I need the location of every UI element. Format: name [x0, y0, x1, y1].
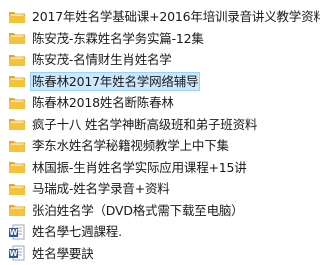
document-item[interactable]: W 姓名學要訣: [0, 243, 311, 265]
item-label: 马瑞成-姓名学录音+资料: [32, 181, 170, 197]
folder-item[interactable]: 马瑞成-姓名学录音+资料: [0, 178, 311, 200]
folder-icon: [8, 202, 26, 218]
item-label: 陈春林2018姓名断陈春林: [32, 95, 174, 111]
svg-text:W: W: [9, 228, 18, 237]
item-label: 张泊姓名学（DVD格式需下载至电脑）: [32, 202, 244, 218]
word-document-icon: W: [8, 245, 26, 261]
item-label: 陈春林2017年姓名学网络辅导: [29, 71, 201, 91]
folder-item[interactable]: 陈春林2018姓名断陈春林: [0, 92, 311, 114]
item-label: 姓名學要訣: [32, 245, 94, 261]
folder-icon: [8, 138, 26, 154]
item-label: 林国振-生肖姓名学实际应用课程+15讲: [32, 159, 247, 175]
folder-item[interactable]: 陈安茂-东霖姓名学务实篇-12集: [0, 28, 311, 50]
word-document-icon: W: [8, 224, 26, 240]
folder-item[interactable]: 陈安茂-名情财生肖姓名学: [0, 49, 311, 71]
folder-icon: [8, 52, 26, 68]
folder-item[interactable]: 林国振-生肖姓名学实际应用课程+15讲: [0, 157, 311, 179]
folder-item[interactable]: 陈春林2017年姓名学网络辅导: [0, 71, 311, 93]
item-label: 疯子十八 姓名学神断高级班和弟子班资料: [32, 116, 258, 132]
folder-item[interactable]: 张泊姓名学（DVD格式需下载至电脑）: [0, 200, 311, 222]
document-item[interactable]: W 姓名學七週課程.: [0, 221, 311, 243]
file-list: 2017年姓名学基础课+2016年培训录音讲义教学资料 陈安茂-东霖姓名学务实篇…: [0, 0, 320, 265]
folder-icon: [8, 95, 26, 111]
folder-item[interactable]: 李东水姓名学秘籍视频教学上中下集: [0, 135, 311, 157]
folder-icon: [8, 73, 26, 89]
folder-icon: [8, 116, 26, 132]
folder-icon: [8, 159, 26, 175]
folder-item[interactable]: 2017年姓名学基础课+2016年培训录音讲义教学资料: [0, 6, 320, 28]
item-label: 李东水姓名学秘籍视频教学上中下集: [32, 138, 229, 154]
svg-text:W: W: [9, 249, 18, 258]
item-label: 陈安茂-名情财生肖姓名学: [32, 52, 172, 68]
folder-icon: [8, 30, 26, 46]
folder-icon: [8, 9, 26, 25]
folder-icon: [8, 181, 26, 197]
item-label: 2017年姓名学基础课+2016年培训录音讲义教学资料: [32, 9, 320, 25]
folder-item[interactable]: 疯子十八 姓名学神断高级班和弟子班资料: [0, 114, 311, 136]
item-label: 姓名學七週課程.: [32, 224, 122, 240]
item-label: 陈安茂-东霖姓名学务实篇-12集: [32, 30, 204, 46]
